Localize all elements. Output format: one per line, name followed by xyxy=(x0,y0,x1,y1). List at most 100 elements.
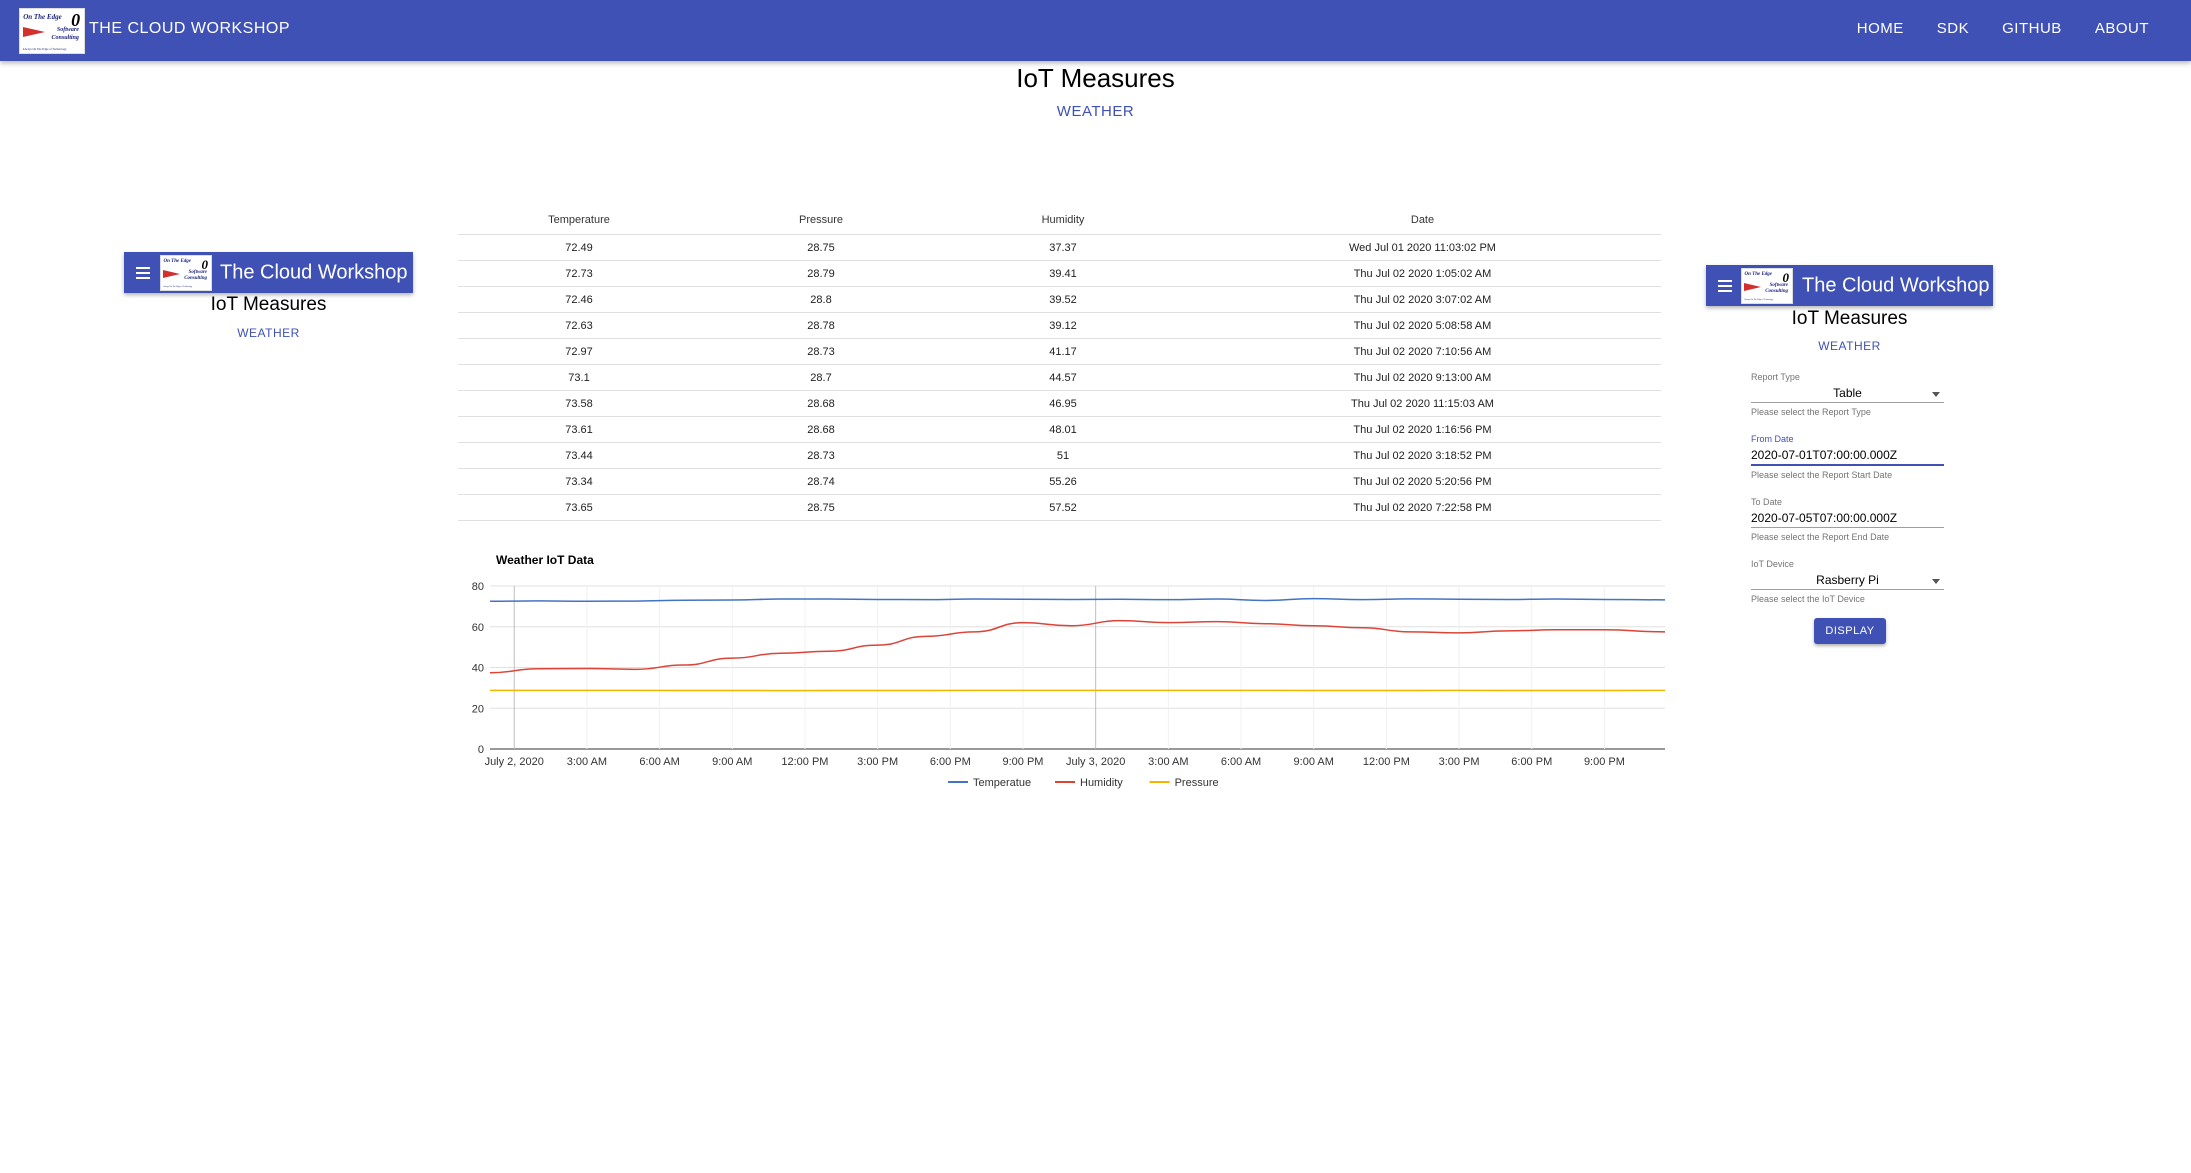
to-date-label: To Date xyxy=(1751,497,1783,507)
logo-flag-icon xyxy=(1744,282,1761,291)
report-type-label: Report Type xyxy=(1751,372,1800,382)
pressure-cell: 28.73 xyxy=(700,338,942,365)
temperature-cell: 72.73 xyxy=(458,260,700,287)
to-date-input[interactable]: 2020-07-05T07:00:00.000Z xyxy=(1751,509,1944,528)
date-cell: Thu Jul 02 2020 3:18:52 PM xyxy=(1184,442,1661,469)
table-row: 72.97 28.73 41.17 Thu Jul 02 2020 7:10:56 A… xyxy=(458,338,1661,365)
logo-line3: Consulting xyxy=(184,275,207,281)
right-panel-weather[interactable]: WEATHER xyxy=(1706,339,1993,353)
logo-line3: Consulting xyxy=(51,34,79,41)
report-type-field: Report Type Table Please select the Repo… xyxy=(1751,372,1944,419)
x-tick-label: 6:00 PM xyxy=(1511,756,1552,768)
header-pressure[interactable]: Pressure xyxy=(700,206,942,235)
logo-flag-icon xyxy=(163,269,180,278)
logo-tagline: Always On The Edge of Technology xyxy=(1744,299,1774,302)
humidity-cell: 44.57 xyxy=(942,364,1184,391)
display-button[interactable]: DISPLAY xyxy=(1814,618,1886,644)
company-logo[interactable]: On The Edge 0 Software Consulting Always… xyxy=(19,8,85,54)
nav-github[interactable]: GITHUB xyxy=(2002,20,2062,37)
pressure-cell: 28.73 xyxy=(700,442,942,469)
pressure-cell: 28.68 xyxy=(700,390,942,417)
table-row: 72.49 28.75 37.37 Wed Jul 01 2020 11:03:02 … xyxy=(458,234,1661,261)
iot-device-help: Please select the IoT Device xyxy=(1751,594,1865,604)
logo-line2: Software xyxy=(188,270,207,276)
x-tick-label: 6:00 PM xyxy=(930,756,971,768)
nav-about[interactable]: ABOUT xyxy=(2095,20,2149,37)
humidity-cell: 51 xyxy=(942,442,1184,469)
table-body: 72.49 28.75 37.37 Wed Jul 01 2020 11:03:02 … xyxy=(458,234,1661,521)
from-date-help: Please select the Report Start Date xyxy=(1751,470,1893,480)
from-date-label: From Date xyxy=(1751,434,1794,444)
weather-tab[interactable]: WEATHER xyxy=(0,103,2191,120)
table-row: 73.65 28.75 57.52 Thu Jul 02 2020 7:22:58 P… xyxy=(458,494,1661,521)
date-cell: Thu Jul 02 2020 9:13:00 AM xyxy=(1184,364,1661,391)
humidity-cell: 37.37 xyxy=(942,234,1184,261)
from-date-input[interactable]: 2020-07-01T07:00:00.000Z xyxy=(1751,446,1944,466)
temperature-cell: 73.61 xyxy=(458,416,700,443)
menu-icon[interactable] xyxy=(136,264,150,282)
left-preview-weather[interactable]: WEATHER xyxy=(124,326,413,340)
x-tick-label: 6:00 AM xyxy=(1221,756,1261,768)
x-tick-label: 9:00 AM xyxy=(1294,756,1334,768)
table-header-row: Temperature Pressure Humidity Date xyxy=(458,206,1661,235)
table-row: 72.73 28.79 39.41 Thu Jul 02 2020 1:05:02 A… xyxy=(458,260,1661,287)
x-tick-label: 3:00 PM xyxy=(1439,756,1480,768)
iot-device-select[interactable]: Rasberry Pi xyxy=(1751,571,1944,590)
report-type-select[interactable]: Table xyxy=(1751,384,1944,403)
y-tick-label: 60 xyxy=(472,622,484,634)
right-panel-heading: IoT Measures xyxy=(1791,308,1908,329)
table-row: 73.61 28.68 48.01 Thu Jul 02 2020 1:16:56 P… xyxy=(458,416,1661,443)
header-humidity[interactable]: Humidity xyxy=(942,206,1184,235)
temperature-cell: 73.34 xyxy=(458,468,700,495)
nav-home[interactable]: HOME xyxy=(1857,20,1904,37)
logo-line3: Consulting xyxy=(1765,288,1788,294)
legend-label: Humidity xyxy=(1080,777,1123,789)
header-temperature[interactable]: Temperature xyxy=(458,206,700,235)
header-date[interactable]: Date xyxy=(1184,206,1661,235)
left-preview-logo: On The Edge 0 Software Consulting Always… xyxy=(160,255,212,291)
temperature-cell: 72.46 xyxy=(458,286,700,313)
logo-tagline: Always On The Edge of Technology xyxy=(163,286,193,289)
humidity-cell: 57.52 xyxy=(942,494,1184,521)
logo-line1: On The Edge xyxy=(23,12,62,21)
pressure-cell: 28.68 xyxy=(700,416,942,443)
iot-device-label: IoT Device xyxy=(1751,559,1794,569)
humidity-cell: 39.12 xyxy=(942,312,1184,339)
logo-line2: Software xyxy=(1769,283,1788,289)
app-title[interactable]: THE CLOUD WORKSHOP xyxy=(89,20,290,38)
left-preview-title: The Cloud Workshop xyxy=(220,261,408,283)
legend-label: Temperatue xyxy=(973,777,1031,789)
series-line-temperatue xyxy=(489,597,1666,603)
right-panel-title: The Cloud Workshop xyxy=(1802,274,1990,296)
x-tick-label: July 2, 2020 xyxy=(485,756,544,768)
temperature-cell: 73.1 xyxy=(458,364,700,391)
humidity-cell: 48.01 xyxy=(942,416,1184,443)
chart-title: Weather IoT Data xyxy=(496,553,594,567)
nav-sdk[interactable]: SDK xyxy=(1937,20,1969,37)
menu-icon[interactable] xyxy=(1718,277,1732,295)
iot-device-field: IoT Device Rasberry Pi Please select the… xyxy=(1751,559,1944,606)
table-row: 72.63 28.78 39.12 Thu Jul 02 2020 5:08:58 A… xyxy=(458,312,1661,339)
pressure-cell: 28.79 xyxy=(700,260,942,287)
left-preview-appbar: On The Edge 0 Software Consulting Always… xyxy=(124,252,413,293)
y-tick-label: 0 xyxy=(478,744,484,756)
x-tick-label: July 3, 2020 xyxy=(1066,756,1125,768)
logo-line1: On The Edge xyxy=(1744,271,1773,277)
x-tick-label: 9:00 AM xyxy=(712,756,752,768)
weather-chart: Weather IoT Data 0 20 40 60 80 July 2, 2020 3:0… xyxy=(472,553,1666,789)
from-date-field: From Date 2020-07-01T07:00:00.000Z Pleas… xyxy=(1751,434,1944,482)
logo-flag-icon xyxy=(22,26,45,37)
humidity-cell: 55.26 xyxy=(942,468,1184,495)
date-cell: Thu Jul 02 2020 7:22:58 PM xyxy=(1184,494,1661,521)
table-row: 73.34 28.74 55.26 Thu Jul 02 2020 5:20:56 P… xyxy=(458,468,1661,495)
app-bar: On The Edge 0 Software Consulting Always… xyxy=(0,0,2191,61)
temperature-cell: 72.97 xyxy=(458,338,700,365)
page-title: IoT Measures xyxy=(1016,63,1175,93)
table-row: 73.44 28.73 51 Thu Jul 02 2020 3:18:52 PM xyxy=(458,442,1661,469)
date-cell: Wed Jul 01 2020 11:03:02 PM xyxy=(1184,234,1661,261)
table-row: 73.1 28.7 44.57 Thu Jul 02 2020 9:13:00 AM xyxy=(458,364,1661,391)
series-line-humidity xyxy=(489,619,1666,674)
date-cell: Thu Jul 02 2020 7:10:56 AM xyxy=(1184,338,1661,365)
date-cell: Thu Jul 02 2020 5:20:56 PM xyxy=(1184,468,1661,495)
x-tick-label: 9:00 PM xyxy=(1003,756,1044,768)
